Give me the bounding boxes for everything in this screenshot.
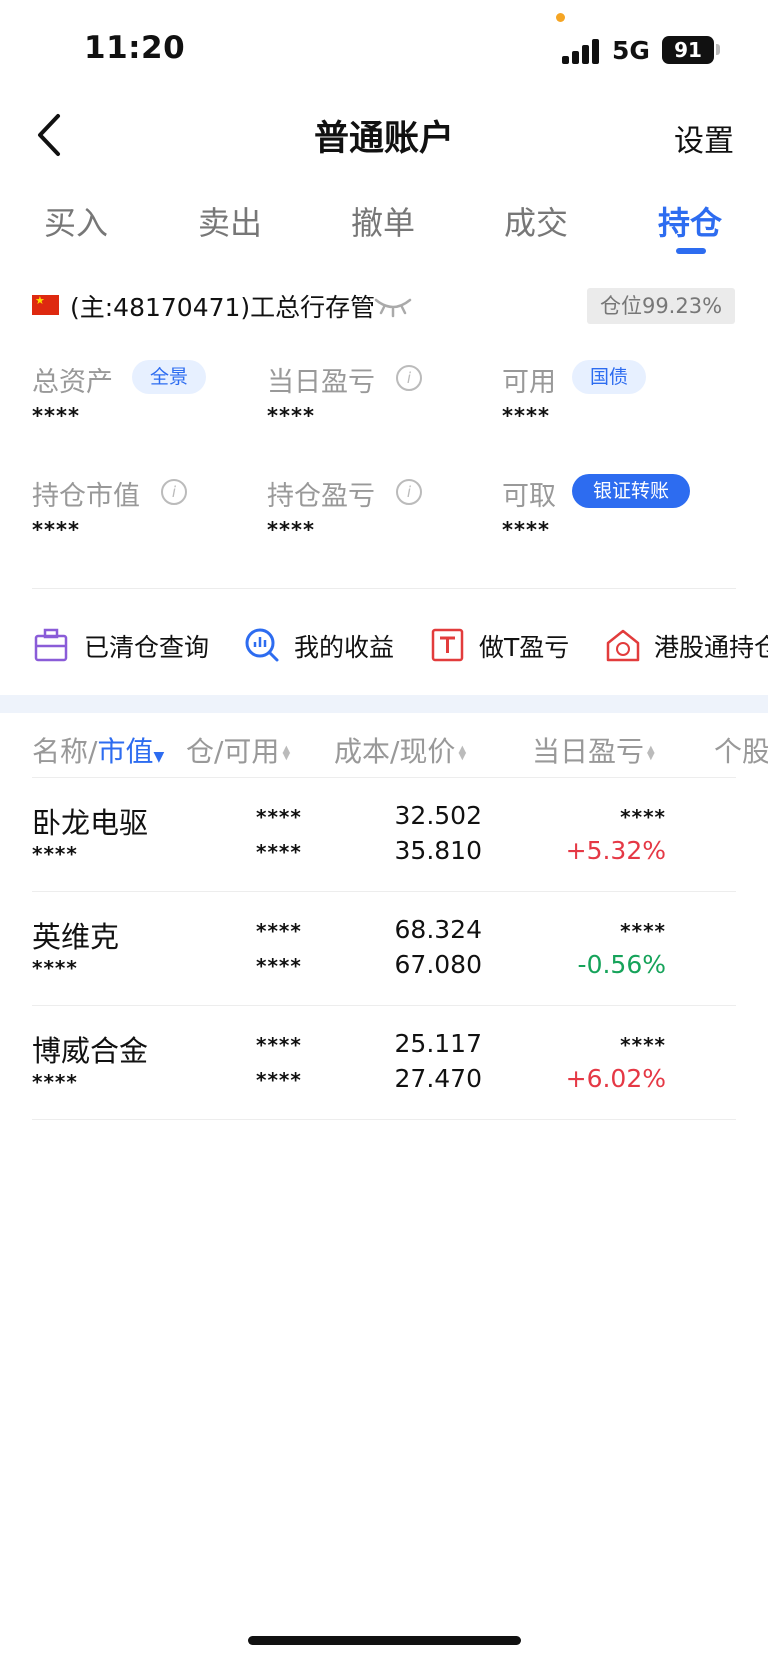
stock-name[interactable]: 卧龙电驱 [32, 800, 148, 842]
header-position-label: 仓/可用 [186, 735, 280, 768]
header-name-market-value[interactable]: 名称/市值▼ [32, 730, 164, 770]
header-daily-label: 当日盈亏 [532, 735, 645, 768]
tab-sell[interactable]: 卖出 [198, 198, 262, 244]
position-pnl-label: 持仓盈亏 [267, 481, 375, 512]
cellular-signal-icon [562, 38, 602, 64]
stock-market-value: **** [32, 956, 78, 980]
info-icon[interactable]: i [161, 479, 187, 505]
active-tab-indicator [676, 248, 706, 254]
position-pnl-value: **** [267, 518, 315, 542]
stock-price: 67.080 [394, 950, 482, 979]
chart-search-icon[interactable] [244, 625, 280, 665]
overview-badge[interactable]: 全景 [132, 360, 206, 394]
divider [32, 588, 736, 589]
row-separator [32, 891, 736, 892]
info-icon[interactable]: i [396, 479, 422, 505]
row-separator [32, 1119, 736, 1120]
flag-star: ★ [35, 294, 45, 307]
briefcase-icon[interactable] [34, 625, 68, 665]
stock-change-pct: -0.56% [577, 950, 666, 979]
info-icon[interactable]: i [396, 365, 422, 391]
tab-deals[interactable]: 成交 [504, 198, 568, 244]
withdrawable-label: 可取 [502, 481, 556, 512]
header-daily-pnl[interactable]: 当日盈亏 ▲ ▼ [532, 730, 655, 770]
stock-available: **** [256, 954, 302, 978]
tab-cancel-order[interactable]: 撤单 [351, 198, 415, 244]
header-cost-price[interactable]: 成本/现价 ▲ ▼ [334, 730, 466, 770]
header-name[interactable]: 名称/ [32, 735, 97, 768]
header-cost-label: 成本/现价 [334, 735, 456, 768]
day-trade-pnl-link[interactable]: 做T盈亏 [479, 628, 569, 664]
market-value-value: **** [32, 518, 80, 542]
daily-pnl-label: 当日盈亏 [267, 367, 375, 398]
available-value: **** [502, 404, 550, 428]
my-earnings-link[interactable]: 我的收益 [294, 628, 394, 664]
stock-price: 27.470 [394, 1064, 482, 1093]
daily-pnl-value: **** [267, 404, 315, 428]
row-separator [32, 1005, 736, 1006]
page-title: 普通账户 [313, 119, 454, 159]
tab-positions[interactable]: 持仓 [658, 198, 722, 244]
stock-cost: 68.324 [394, 915, 482, 944]
stock-position: **** [256, 805, 302, 829]
row-separator [32, 777, 736, 778]
cleared-positions-link[interactable]: 已清仓查询 [84, 628, 209, 664]
section-separator [0, 695, 768, 713]
stock-market-value: **** [32, 1070, 78, 1094]
tab-buy[interactable]: 买入 [44, 198, 108, 244]
total-assets-label: 总资产 [32, 367, 113, 398]
battery-icon: 91 [662, 36, 714, 64]
stock-daily-pnl: **** [620, 805, 666, 829]
sort-desc-icon[interactable]: ▼ [153, 749, 164, 765]
network-type: 5G [612, 36, 650, 65]
bank-transfer-button[interactable]: 银证转账 [572, 474, 690, 508]
stock-change-pct: +5.32% [565, 836, 666, 865]
battery-tip [716, 44, 720, 55]
stock-cost: 25.117 [394, 1029, 482, 1058]
hide-eye-icon[interactable] [374, 296, 412, 318]
market-value-label: 持仓市值 [32, 481, 140, 512]
status-time: 11:20 [84, 30, 186, 66]
stock-market-value: **** [32, 842, 78, 866]
treasury-badge[interactable]: 国债 [572, 360, 646, 394]
stock-available: **** [256, 1068, 302, 1092]
t-box-icon[interactable] [431, 625, 465, 665]
stock-available: **** [256, 840, 302, 864]
sort-icon[interactable]: ▲ ▼ [282, 745, 290, 762]
account-info[interactable]: (主:48170471)工总行存管 [70, 288, 375, 324]
hk-connect-positions-link[interactable]: 港股通持仓 [654, 628, 768, 664]
stock-daily-pnl: **** [620, 919, 666, 943]
stock-position: **** [256, 919, 302, 943]
header-position-available[interactable]: 仓/可用 ▲ ▼ [186, 730, 290, 770]
withdrawable-value: **** [502, 518, 550, 542]
home-indicator[interactable] [248, 1636, 521, 1645]
privacy-indicator-dot [556, 13, 565, 22]
stock-name[interactable]: 博威合金 [32, 1028, 148, 1070]
stock-change-pct: +6.02% [565, 1064, 666, 1093]
stock-name[interactable]: 英维克 [32, 914, 119, 956]
settings-button[interactable]: 设置 [674, 116, 734, 160]
stock-price: 35.810 [394, 836, 482, 865]
header-market-value[interactable]: 市值 [97, 735, 153, 768]
position-ratio-badge: 仓位99.23% [587, 288, 735, 324]
stock-cost: 32.502 [394, 801, 482, 830]
hk-house-icon[interactable] [605, 625, 641, 665]
sort-icon[interactable]: ▲ ▼ [458, 745, 466, 762]
total-assets-value: **** [32, 404, 80, 428]
sort-icon[interactable]: ▲ ▼ [647, 745, 655, 762]
stock-daily-pnl: **** [620, 1033, 666, 1057]
stock-position: **** [256, 1033, 302, 1057]
available-label: 可用 [502, 367, 556, 398]
header-stock[interactable]: 个股 [714, 730, 768, 770]
